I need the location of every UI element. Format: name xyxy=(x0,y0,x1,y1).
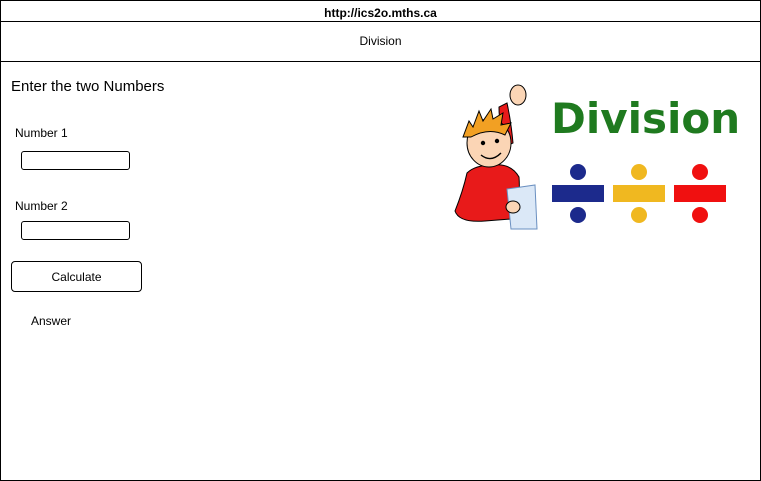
number1-label: Number 1 xyxy=(15,126,68,140)
division-sign-icon xyxy=(552,164,604,223)
cartoon-boy-image xyxy=(454,84,538,230)
address-bar[interactable]: http://ics2o.mths.ca xyxy=(1,1,760,22)
division-word: Division xyxy=(551,94,739,143)
page-title: Division xyxy=(1,22,760,62)
browser-window: http://ics2o.mths.ca Division Enter the … xyxy=(0,0,761,481)
number2-label: Number 2 xyxy=(15,199,68,213)
answer-output: Answer xyxy=(31,314,72,328)
division-symbols xyxy=(552,164,726,223)
instructions-heading: Enter the two Numbers xyxy=(11,78,165,95)
calculate-button[interactable]: Calculate xyxy=(11,261,142,292)
division-sign-icon xyxy=(674,164,726,223)
number1-input[interactable] xyxy=(21,151,130,170)
division-sign-icon xyxy=(613,164,665,223)
number2-input[interactable] xyxy=(21,221,130,240)
division-illustration: Division xyxy=(454,84,739,230)
